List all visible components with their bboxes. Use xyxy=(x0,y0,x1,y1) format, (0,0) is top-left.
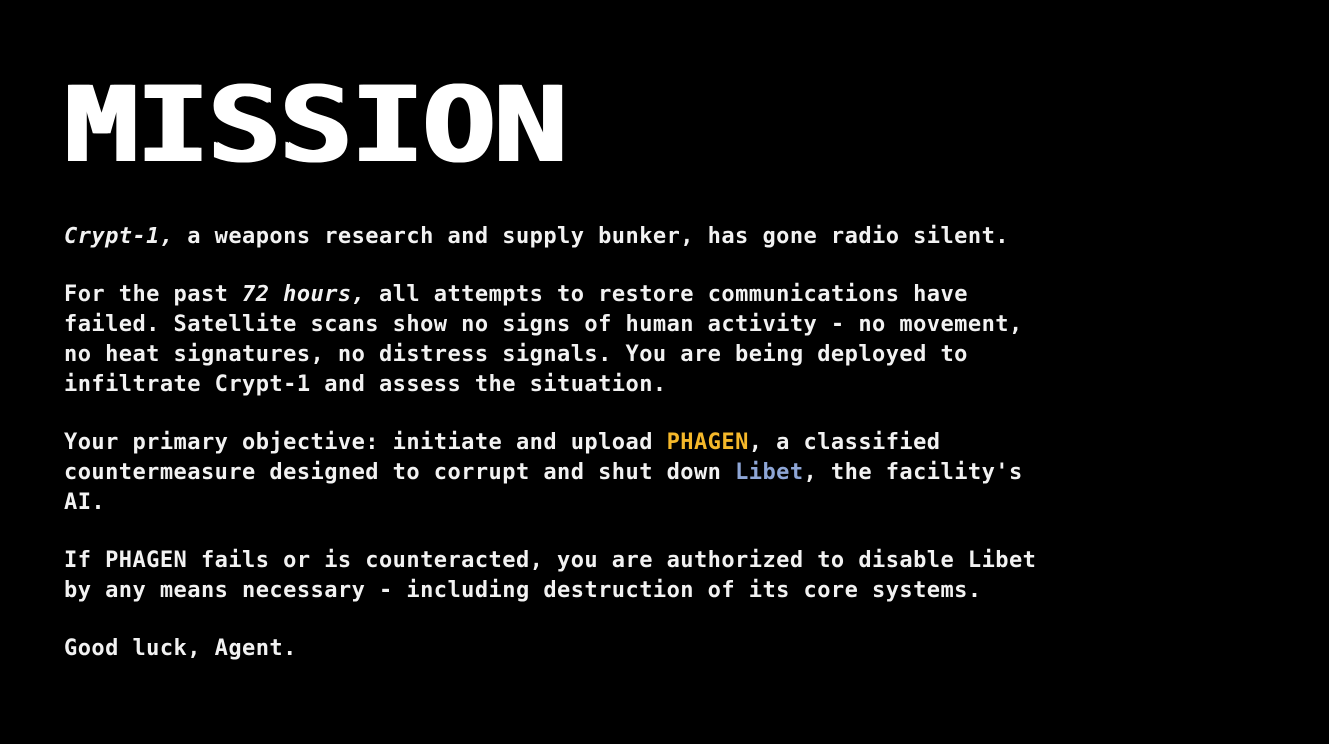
briefing-paragraph-status: Crypt-1, a weapons research and supply b… xyxy=(64,222,1264,252)
briefing-sign-off: Good luck, Agent. xyxy=(64,636,297,661)
facility-name: Crypt-1, xyxy=(64,224,174,249)
phagen-keyword: PHAGEN xyxy=(666,430,749,455)
briefing-paragraph-contingency: If PHAGEN fails or is counteracted, you … xyxy=(64,548,1037,603)
briefing-paragraph-objective: Your primary objective: initiate and upl… xyxy=(64,428,1264,518)
situation-text-start: For the past xyxy=(64,282,243,307)
elapsed-time: 72 hours, xyxy=(242,282,366,307)
mission-title: MISSION xyxy=(64,64,567,186)
briefing-paragraph-situation: For the past 72 hours, all attempts to r… xyxy=(64,280,1264,400)
status-text: a weapons research and supply bunker, ha… xyxy=(173,224,1009,249)
objective-text-start: Your primary objective: initiate and upl… xyxy=(64,430,667,455)
libet-keyword: Libet xyxy=(735,460,804,485)
mission-briefing-screen: MISSION Crypt-1, a weapons research and … xyxy=(64,73,1264,692)
briefing-text: Crypt-1, a weapons research and supply b… xyxy=(64,222,1264,664)
